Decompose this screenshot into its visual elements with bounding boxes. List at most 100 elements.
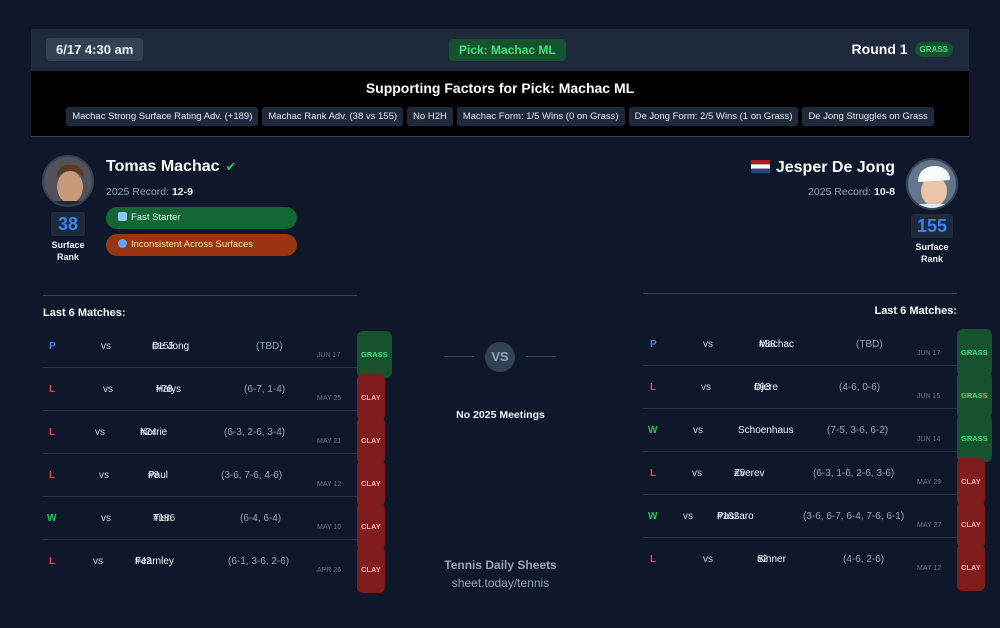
player1-name: Tomas Machac	[106, 158, 220, 175]
divider	[643, 293, 957, 294]
player2-avatar	[906, 158, 958, 210]
round-label: Round 1	[851, 41, 908, 57]
match-result: P	[650, 339, 657, 350]
match-row: P vs #155 De Jong (TBD) GRASS JUN 17	[43, 325, 392, 378]
vs-line-left	[444, 356, 474, 357]
match-result: L	[49, 427, 56, 438]
match-vs: vs	[93, 556, 103, 567]
trait-inconsistent: Inconsistent Across Surfaces	[106, 234, 297, 256]
player2-name: Jesper De Jong	[775, 159, 895, 176]
match-row: P vs #38 Machac (TBD) GRASS JUN 17	[643, 323, 992, 376]
rank-label-line: Surface	[51, 240, 85, 250]
player2-rank-label: Surface Rank	[904, 241, 960, 265]
match-result: W	[47, 513, 57, 524]
record-label: 2025 Record:	[808, 186, 872, 198]
match-vs: vs	[693, 425, 703, 436]
match-result: L	[49, 470, 56, 481]
h2h-meetings: No 2025 Meetings	[456, 409, 545, 421]
match-row: L vs #78 Halys (6-7, 1-4) CLAY MAY 25	[43, 368, 385, 421]
factor-chip: Machac Form: 1/5 Wins (0 on Grass)	[456, 107, 625, 126]
surface-badge: CLAY	[357, 460, 385, 507]
player1-record: 2025 Record: 12-9	[106, 186, 193, 198]
match-row: L vs #8 Paul (3-6, 7-6, 4-6) CLAY MAY 12	[43, 454, 385, 507]
match-vs: vs	[701, 382, 711, 393]
opponent-name: Norrie	[140, 427, 168, 438]
match-vs: vs	[95, 427, 105, 438]
vs-badge: VS	[485, 342, 515, 372]
factor-chip: De Jong Struggles on Grass	[802, 107, 934, 126]
match-result: W	[648, 425, 658, 436]
match-result: L	[650, 554, 657, 565]
opponent-name: Djere	[754, 382, 778, 393]
player2-matches-title: Last 6 Matches:	[874, 305, 957, 317]
surface-badge: GRASS	[957, 372, 992, 419]
match-score: (TBD)	[256, 341, 283, 352]
player2-record-value: 10-8	[873, 186, 895, 198]
opponent-name: Tien	[153, 513, 173, 524]
factor-chip: Machac Rank Adv. (38 vs 155)	[262, 107, 404, 126]
surface-badge: CLAY	[957, 501, 985, 548]
match-vs: vs	[683, 511, 693, 522]
match-row: L vs #5 Zverev (6-3, 1-6, 2-6, 3-6) CLAY…	[643, 452, 985, 505]
match-score: (3-6, 7-6, 4-6)	[221, 470, 283, 481]
surface-badge: GRASS	[957, 329, 992, 376]
surface-badge: GRASS	[357, 331, 392, 378]
match-result: L	[650, 468, 657, 479]
opponent-name: Halys	[156, 384, 182, 395]
surface-badge: GRASS	[957, 415, 992, 462]
match-score: (3-6, 6-7, 6-4, 7-6, 6-1)	[803, 511, 905, 522]
opponent-name: Sinner	[757, 554, 786, 565]
player2-record: 2025 Record: 10-8	[808, 186, 895, 198]
top-bar: 6/17 4:30 am Pick: Machac ML Round 1 GRA…	[31, 29, 969, 71]
match-score: (TBD)	[856, 339, 883, 350]
match-vs: vs	[101, 513, 111, 524]
player2-rank: 155	[911, 214, 953, 238]
divider	[43, 295, 357, 296]
globe-icon	[118, 239, 127, 248]
match-datetime: 6/17 4:30 am	[46, 38, 144, 61]
netherlands-flag-icon	[750, 160, 770, 173]
surface-badge: CLAY	[357, 374, 385, 421]
match-result: L	[49, 556, 56, 567]
player1-record-value: 12-9	[171, 186, 193, 198]
match-result: W	[648, 511, 658, 522]
factor-chip: De Jong Form: 2/5 Wins (1 on Grass)	[628, 107, 799, 126]
opponent-name: Schoenhaus	[738, 425, 794, 436]
player1-rank-label: Surface Rank	[40, 239, 96, 263]
trait-label: Inconsistent Across Surfaces	[131, 239, 253, 250]
surface-badge: CLAY	[357, 503, 385, 550]
opponent-name: Fearnley	[135, 556, 174, 567]
match-score: (6-7, 1-4)	[244, 384, 286, 395]
record-label: 2025 Record:	[106, 186, 170, 198]
factor-chips: Machac Strong Surface Rating Adv. (+189)…	[31, 107, 969, 126]
player2-photo	[908, 160, 956, 208]
match-score: (6-1, 3-6, 2-6)	[228, 556, 290, 567]
pick-badge: Pick: Machac ML	[449, 39, 566, 61]
brand-url: sheet.today/tennis	[451, 576, 550, 590]
match-score: (7-5, 3-6, 6-2)	[827, 425, 889, 436]
surface-badge: CLAY	[357, 546, 385, 593]
match-vs: vs	[101, 341, 111, 352]
match-row: L vs #42 Fearnley (6-1, 3-6, 2-6) CLAY AP…	[43, 540, 385, 593]
match-row: W vs Schoenhaus (7-5, 3-6, 6-2) GRASS JUN…	[643, 409, 992, 462]
trait-label: Fast Starter	[131, 212, 181, 223]
supporting-factors: Supporting Factors for Pick: Machac ML M…	[31, 71, 969, 137]
match-score: (4-6, 2-6)	[843, 554, 885, 565]
match-row: W vs #186 Tien (6-4, 6-4) CLAY MAY 10	[43, 497, 385, 550]
match-date: APR 26	[317, 567, 342, 574]
match-score: (6-3, 2-6, 3-4)	[224, 427, 286, 438]
player1-photo	[44, 157, 92, 205]
match-card: 6/17 4:30 am Pick: Machac ML Round 1 GRA…	[31, 29, 992, 628]
factor-chip: No H2H	[407, 107, 453, 126]
player1-name-row: Tomas Machac ✔	[106, 158, 236, 176]
factors-title: Supporting Factors for Pick: Machac ML	[365, 80, 635, 96]
rank-label-line: Rank	[56, 252, 79, 262]
player1-matches-title: Last 6 Matches:	[43, 307, 126, 319]
opponent-name: Machac	[759, 339, 795, 350]
match-vs: vs	[703, 554, 713, 565]
match-vs: vs	[99, 470, 109, 481]
match-score: (6-3, 1-6, 2-6, 3-6)	[813, 468, 895, 479]
match-score: (6-4, 6-4)	[240, 513, 282, 524]
opponent-name: Paul	[148, 470, 169, 481]
trait-fast-starter: Fast Starter	[106, 207, 297, 229]
